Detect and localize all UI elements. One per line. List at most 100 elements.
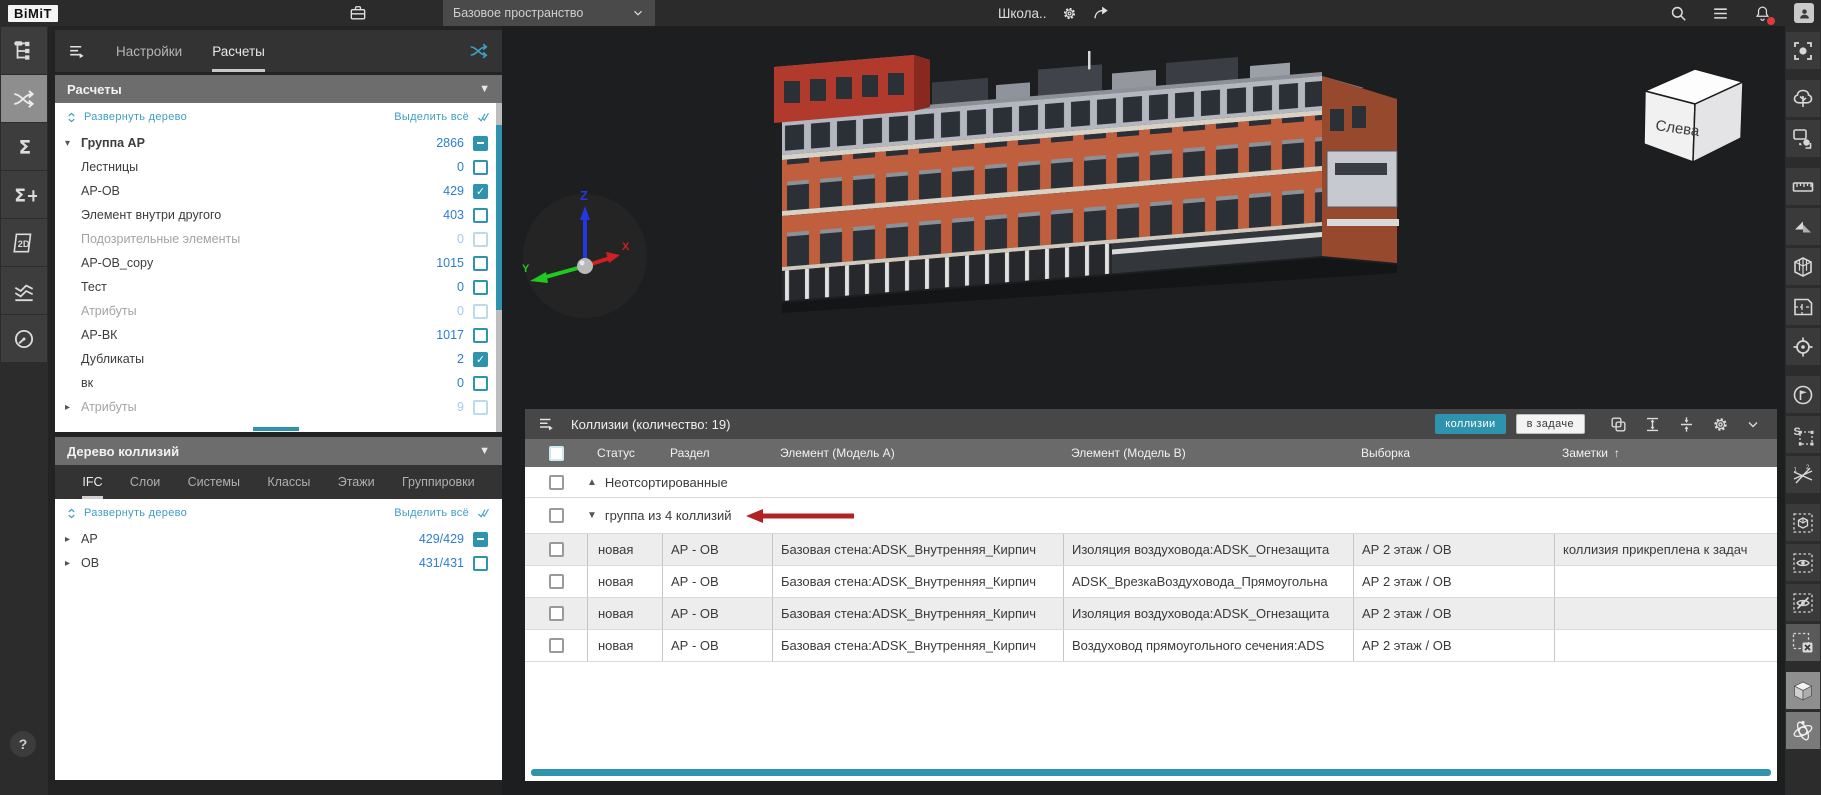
tree-item-checkbox[interactable] xyxy=(473,351,488,367)
btn-clear-selection-icon[interactable] xyxy=(1786,624,1820,661)
tree-item-checkbox[interactable] xyxy=(473,327,488,343)
btn-chevron-down-icon[interactable] xyxy=(1745,415,1761,434)
calc-hscrollbar[interactable] xyxy=(253,427,299,431)
btn-notifications-icon[interactable] xyxy=(1751,2,1775,25)
btn-tree-icon[interactable] xyxy=(1786,80,1820,117)
select-all-link[interactable]: Выделить всё xyxy=(394,111,469,123)
tab-IFC[interactable]: IFC xyxy=(82,465,103,499)
btn-sum-plus-icon[interactable] xyxy=(1,171,47,218)
row-checkbox[interactable] xyxy=(548,638,564,653)
row-checkbox[interactable] xyxy=(548,606,564,621)
tree-row[interactable]: ▸ АР 429/429 xyxy=(55,527,502,551)
caret-right-icon[interactable]: ▸ xyxy=(65,402,81,413)
select-all-checkbox[interactable] xyxy=(548,445,564,461)
collision-check-icon[interactable] xyxy=(468,40,490,62)
tree-item-checkbox[interactable] xyxy=(473,555,488,571)
btn-isolate-box-icon[interactable] xyxy=(1786,504,1820,541)
tree-item-checkbox[interactable] xyxy=(473,207,488,223)
tree-row[interactable]: ▸ ОВ 431/431 xyxy=(55,551,502,575)
tree-item-checkbox[interactable] xyxy=(473,183,488,199)
tree-row[interactable]: Подозрительные элементы 0 xyxy=(55,227,502,251)
row-checkbox[interactable] xyxy=(548,542,564,557)
btn-sum-icon[interactable] xyxy=(1,123,47,170)
btn-clip-plane-icon[interactable] xyxy=(1786,208,1820,245)
expand-tree-link[interactable]: Развернуть дерево xyxy=(84,111,187,123)
select-all-link[interactable]: Выделить всё xyxy=(394,507,469,519)
filter-in-task-button[interactable]: в задаче xyxy=(1515,414,1585,434)
btn-measure-icon[interactable] xyxy=(1786,168,1820,205)
table-hscrollbar[interactable] xyxy=(531,769,1771,776)
tree-item-checkbox[interactable] xyxy=(473,531,488,547)
caret-down-icon[interactable]: ▼ xyxy=(587,510,597,521)
settings-gear-icon[interactable] xyxy=(1061,5,1078,22)
workspace-selector[interactable]: Базовое пространство xyxy=(443,0,655,26)
double-check-icon[interactable] xyxy=(475,110,492,124)
collision-tree-header[interactable]: Дерево коллизий ▼ xyxy=(55,437,502,465)
tree-item-checkbox[interactable] xyxy=(473,399,488,415)
btn-2d-icon[interactable] xyxy=(1,219,47,266)
tree-row[interactable]: вк 0 xyxy=(55,371,502,395)
tree-row[interactable]: Тест 0 xyxy=(55,275,502,299)
tree-row[interactable]: Дубликаты 2 xyxy=(55,347,502,371)
tab-Слои[interactable]: Слои xyxy=(130,465,160,499)
tree-row[interactable]: АР-ОВ 429 xyxy=(55,179,502,203)
btn-hide-selection-icon[interactable] xyxy=(1786,584,1820,621)
tab-Этажи[interactable]: Этажи xyxy=(338,465,375,499)
btn-menu-list-icon[interactable] xyxy=(1709,2,1731,24)
tree-item-checkbox[interactable] xyxy=(473,135,488,151)
btn-issue-flag-icon[interactable] xyxy=(1786,376,1820,413)
btn-locate-icon[interactable] xyxy=(1786,328,1820,365)
tab-Классы[interactable]: Классы xyxy=(267,465,310,499)
tab-settings[interactable]: Настройки xyxy=(116,30,182,72)
caret-up-icon[interactable]: ▲ xyxy=(587,477,597,488)
collision-row[interactable]: новая АР - ОВ Базовая стена:ADSK_Внутрення… xyxy=(525,566,1777,598)
share-icon[interactable] xyxy=(1092,4,1110,22)
double-check-icon[interactable] xyxy=(475,506,492,520)
btn-settings-gear-icon[interactable] xyxy=(1711,415,1730,434)
expand-tree-link[interactable]: Развернуть дерево xyxy=(84,507,187,519)
tree-item-checkbox[interactable] xyxy=(473,375,488,391)
group-row[interactable]: ▲ Неотсортированные xyxy=(525,467,1777,498)
btn-rows-expand-icon[interactable] xyxy=(1643,415,1662,434)
menu-indent-icon[interactable] xyxy=(537,415,555,433)
filter-collisions-button[interactable]: коллизии xyxy=(1435,414,1506,434)
group-checkbox[interactable] xyxy=(548,508,564,523)
app-logo[interactable]: BiMiT xyxy=(8,4,58,22)
btn-fit-view-icon[interactable] xyxy=(1786,32,1820,69)
view-cube[interactable]: Слева xyxy=(1627,54,1757,174)
tree-row[interactable]: ▾ Группа АР 2866 xyxy=(55,131,502,155)
caret-down-icon[interactable]: ▾ xyxy=(65,138,81,149)
group-row[interactable]: ▼ группа из 4 коллизий xyxy=(525,498,1777,534)
tree-item-checkbox[interactable] xyxy=(473,159,488,175)
btn-section-box-icon[interactable] xyxy=(1786,248,1820,285)
tab-Системы[interactable]: Системы xyxy=(188,465,240,499)
btn-copy-icon[interactable] xyxy=(1609,415,1628,434)
btn-dashboard-icon[interactable] xyxy=(1,315,47,362)
btn-multi-select-icon[interactable] xyxy=(1786,120,1820,157)
btn-orbit-icon[interactable] xyxy=(1786,712,1820,749)
collision-row[interactable]: новая АР - ОВ Базовая стена:ADSK_Внутрення… xyxy=(525,630,1777,662)
tree-row[interactable]: Атрибуты 0 xyxy=(55,299,502,323)
tree-row[interactable]: Элемент внутри другого 403 xyxy=(55,203,502,227)
btn-floorplan-icon[interactable] xyxy=(1786,288,1820,325)
btn-collision-check-icon[interactable] xyxy=(1,75,47,122)
row-checkbox[interactable] xyxy=(548,574,564,589)
btn-show-selection-icon[interactable] xyxy=(1786,544,1820,581)
tree-item-checkbox[interactable] xyxy=(473,231,488,247)
group-checkbox[interactable] xyxy=(548,474,564,490)
tree-item-checkbox[interactable] xyxy=(473,279,488,295)
btn-selection-save-icon[interactable] xyxy=(1786,416,1820,453)
tree-row[interactable]: ▸ Атрибуты 9 xyxy=(55,395,502,419)
btn-profile-icon[interactable] xyxy=(1793,2,1815,24)
btn-rows-collapse-icon[interactable] xyxy=(1677,415,1696,434)
projects-button[interactable] xyxy=(348,3,368,23)
caret-right-icon[interactable]: ▸ xyxy=(65,558,81,569)
caret-right-icon[interactable]: ▸ xyxy=(65,534,81,545)
btn-search-icon[interactable] xyxy=(1667,2,1689,24)
axis-gizmo[interactable]: Z Y X xyxy=(510,178,660,328)
collision-row[interactable]: новая АР - ОВ Базовая стена:ADSK_Внутрення… xyxy=(525,534,1777,566)
tree-item-checkbox[interactable] xyxy=(473,255,488,271)
help-button[interactable]: ? xyxy=(10,731,36,757)
btn-graphs-icon[interactable] xyxy=(1,267,47,314)
btn-collision-pair-icon[interactable] xyxy=(1786,456,1820,493)
